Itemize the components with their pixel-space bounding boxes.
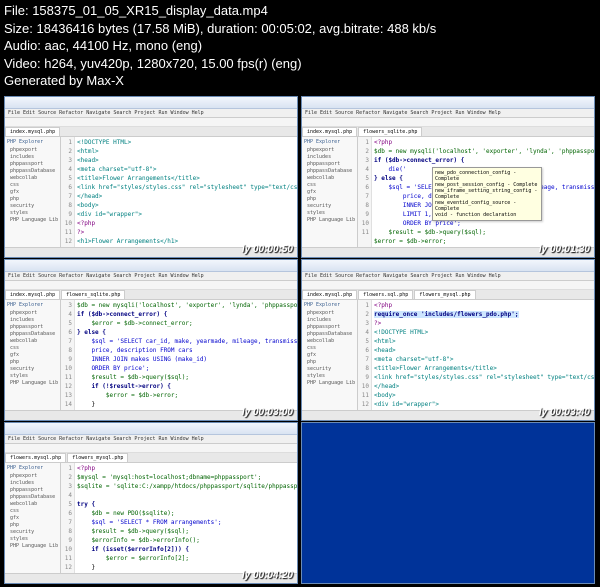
editor-tabs[interactable]: index.mysql.php flowers_sqlite.php [5, 290, 297, 300]
code-content[interactable]: <!DOCTYPE HTML> <html> <head> <meta char… [75, 137, 297, 255]
toolbar[interactable] [5, 118, 297, 127]
editor-tabs[interactable]: flowers.mysql.php flowers_mysql.php [5, 453, 297, 463]
editor-tabs[interactable]: index.mysql.php flowers.sql.php flowers_… [302, 290, 594, 300]
toolbar[interactable] [302, 118, 594, 127]
timestamp-overlay: ly 00:04:20 [242, 570, 293, 581]
line-gutter: 12345678910111213141516171819 [61, 463, 75, 581]
code-editor[interactable]: 123456789101112131415161718 <?php requir… [358, 300, 594, 418]
tab-file[interactable]: flowers_sqlite.php [61, 290, 125, 299]
tab-file[interactable]: index.mysql.php [5, 290, 60, 299]
menubar[interactable]: File Edit Source Refactor Navigate Searc… [5, 272, 297, 281]
video-frame-4: File Edit Source Refactor Navigate Searc… [301, 259, 595, 421]
tab-file[interactable]: flowers.sql.php [358, 290, 413, 299]
menubar[interactable]: File Edit Source Refactor Navigate Searc… [302, 272, 594, 281]
php-explorer-sidebar[interactable]: PHP Explorer phpexportincludesphppasspor… [302, 300, 358, 418]
video-frame-3: File Edit Source Refactor Navigate Searc… [4, 259, 298, 421]
php-explorer-sidebar[interactable]: PHP Explorer phpexportincludesphppasspor… [5, 463, 61, 581]
tab-file[interactable]: flowers_sqlite.php [358, 127, 422, 136]
php-explorer-sidebar[interactable]: PHP Explorer phpexportincludesphppasspor… [5, 300, 61, 418]
php-explorer-sidebar[interactable]: PHP Explorer phpexport includes phppassp… [5, 137, 61, 255]
timestamp-overlay: ly 00:03:00 [242, 407, 293, 418]
code-content[interactable]: $db = new mysqli('localhost', 'exporter'… [75, 300, 297, 418]
toolbar[interactable] [5, 281, 297, 290]
code-editor[interactable]: 345678910111213141516171819 $db = new my… [61, 300, 297, 418]
line-gutter: 1234567891011 [358, 137, 372, 255]
php-explorer-sidebar[interactable]: PHP Explorer phpexportincludesphppasspor… [302, 137, 358, 255]
menubar[interactable]: File Edit Source Refactor Navigate Searc… [302, 109, 594, 118]
code-editor[interactable]: 12345678910111213141516171819 <?php $mys… [61, 463, 297, 581]
timestamp-overlay: ly 00:00:50 [242, 244, 293, 255]
timestamp-overlay: ly 00:03:40 [539, 407, 590, 418]
window-titlebar [5, 97, 297, 109]
toolbar[interactable] [5, 444, 297, 453]
autocomplete-tooltip[interactable]: new_pdo_connection_config - Completenew_… [432, 167, 542, 221]
video-frame-5: File Edit Source Refactor Navigate Searc… [4, 422, 298, 584]
window-titlebar [302, 260, 594, 272]
editor-tabs[interactable]: index.mysql.php flowers_sqlite.php [302, 127, 594, 137]
tab-file[interactable]: index.mysql.php [302, 290, 357, 299]
video-metadata-header: File: 158375_01_05_XR15_display_data.mp4… [0, 0, 600, 96]
code-content[interactable]: <?php require_once 'includes/flowers_pdo… [372, 300, 594, 418]
window-titlebar [5, 423, 297, 435]
window-titlebar [302, 97, 594, 109]
window-titlebar [5, 260, 297, 272]
tab-file[interactable]: flowers_mysql.php [414, 290, 475, 299]
tab-file[interactable]: index.mysql.php [302, 127, 357, 136]
editor-tabs[interactable]: index.mysql.php [5, 127, 297, 137]
line-gutter: 123456789101112131415161718 [358, 300, 372, 418]
line-gutter: 345678910111213141516171819 [61, 300, 75, 418]
video-frame-2: File Edit Source Refactor Navigate Searc… [301, 96, 595, 258]
thumbnail-grid: File Edit Source Refactor Navigate Searc… [0, 96, 600, 584]
tab-file[interactable]: flowers.mysql.php [5, 453, 66, 462]
menubar[interactable]: File Edit Source Refactor Navigate Searc… [5, 435, 297, 444]
tab-file[interactable]: index.mysql.php [5, 127, 60, 136]
menubar[interactable]: File Edit Source Refactor Navigate Searc… [5, 109, 297, 118]
code-editor[interactable]: 123456789101112131415161718192021 <!DOCT… [61, 137, 297, 255]
tab-file[interactable]: flowers_mysql.php [67, 453, 128, 462]
timestamp-overlay: ly 00:01:30 [539, 244, 590, 255]
line-gutter: 123456789101112131415161718192021 [61, 137, 75, 255]
video-frame-blank [301, 422, 595, 584]
toolbar[interactable] [302, 281, 594, 290]
video-frame-1: File Edit Source Refactor Navigate Searc… [4, 96, 298, 258]
code-content[interactable]: <?php $mysql = 'mysql:host=localhost;dbn… [75, 463, 297, 581]
